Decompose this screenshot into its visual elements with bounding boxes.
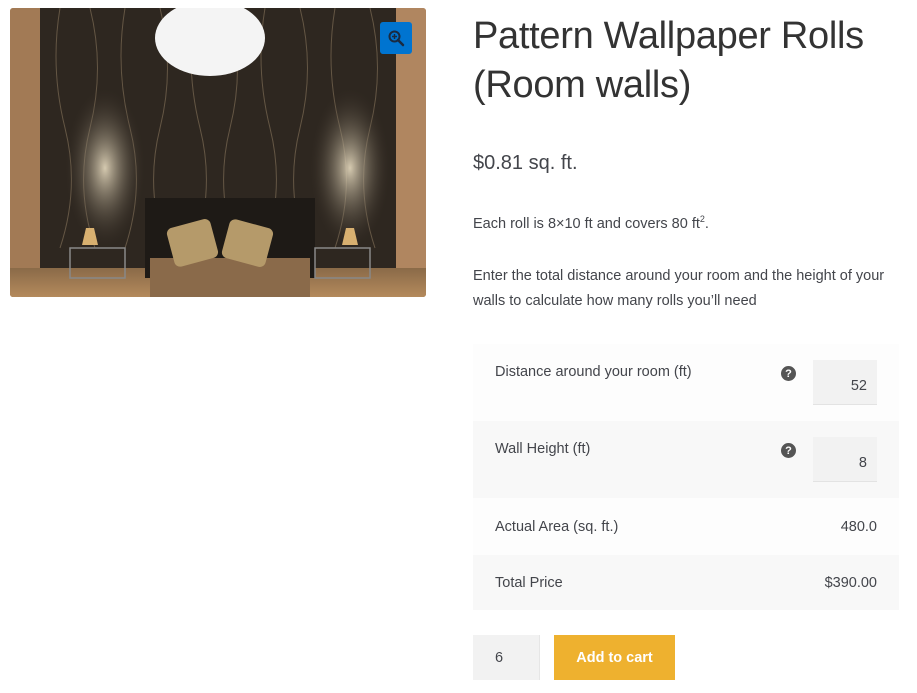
actual-area-row: Actual Area (sq. ft.) 480.0	[473, 498, 899, 555]
roll-description: Each roll is 8×10 ft and covers 80 ft2.	[473, 212, 899, 237]
add-to-cart-form: Add to cart	[473, 635, 675, 680]
zoom-image-button[interactable]	[380, 22, 412, 54]
calculator-instructions: Enter the total distance around your roo…	[473, 268, 885, 309]
total-price-value: $390.00	[824, 574, 877, 591]
product-title: Pattern Wallpaper Rolls (Room walls)	[473, 12, 899, 110]
total-price-label: Total Price	[495, 574, 563, 591]
product-title-line1: Pattern Wallpaper Rolls	[473, 15, 864, 57]
add-to-cart-button[interactable]: Add to cart	[554, 635, 675, 680]
actual-area-label: Actual Area (sq. ft.)	[495, 518, 619, 535]
product-title-line2: (Room walls)	[473, 64, 692, 106]
wall-height-row: Wall Height (ft) ?	[473, 421, 899, 498]
wall-height-input[interactable]	[813, 437, 877, 482]
question-circle-icon[interactable]: ?	[781, 443, 796, 458]
distance-label: Distance around your room (ft)	[495, 364, 692, 380]
actual-area-value: 480.0	[840, 518, 877, 535]
distance-row: Distance around your room (ft) ?	[473, 344, 899, 421]
product-summary: Pattern Wallpaper Rolls (Room walls) $0.…	[473, 0, 899, 314]
quantity-input[interactable]	[473, 635, 540, 680]
product-price: $0.81 sq. ft.	[473, 152, 578, 174]
rolls-calculator: Distance around your room (ft) ? Wall He…	[473, 344, 899, 610]
roll-description-period: .	[704, 216, 709, 232]
product-gallery	[10, 8, 426, 297]
wall-height-label: Wall Height (ft)	[495, 441, 591, 457]
total-price-row: Total Price $390.00	[473, 555, 899, 610]
product-image[interactable]	[10, 8, 426, 297]
roll-description-text: Each roll is 8×10 ft and covers 80 ft	[473, 216, 700, 232]
distance-input[interactable]	[813, 360, 877, 405]
magnifier-plus-icon	[388, 30, 405, 47]
question-circle-icon[interactable]: ?	[781, 366, 796, 381]
